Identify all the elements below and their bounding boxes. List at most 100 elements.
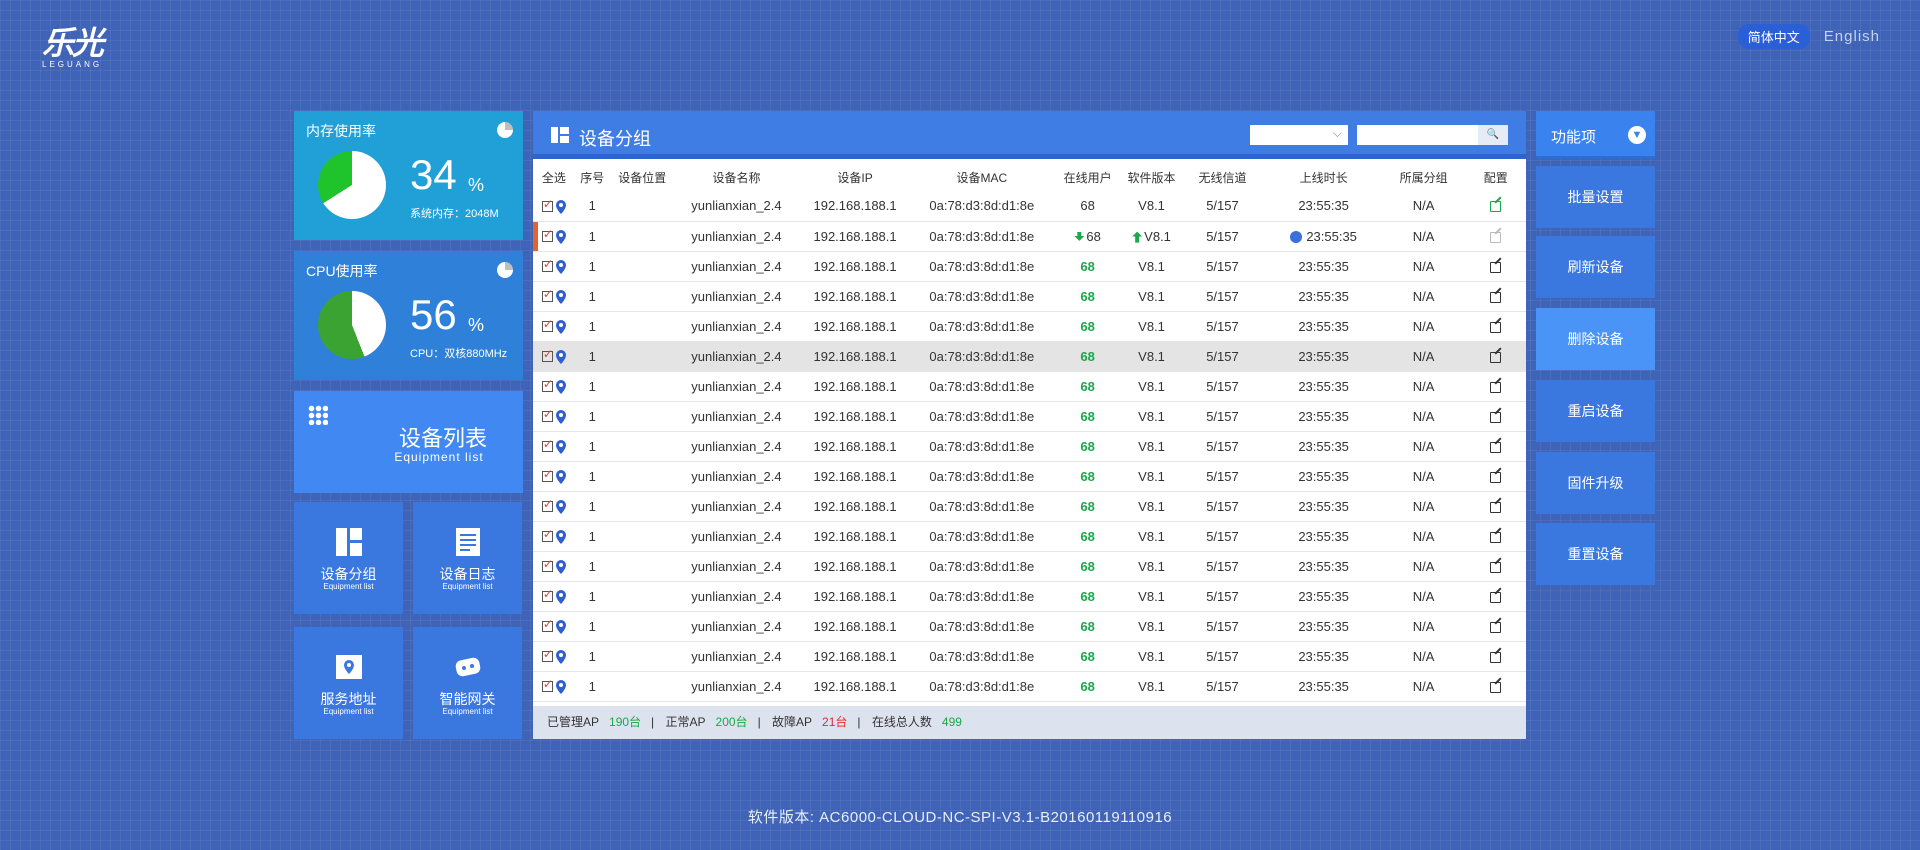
location-pin-icon[interactable] xyxy=(555,349,566,364)
chevron-down-icon[interactable]: ▼ xyxy=(1628,126,1646,144)
search-input[interactable]: 🔍 xyxy=(1357,125,1508,145)
smart-gateway-tile[interactable]: 智能网关 Equipment list xyxy=(413,627,522,739)
device-log-tile[interactable]: 设备日志 Equipment list xyxy=(413,502,522,614)
table-row[interactable]: 1 yunlianxian_2.4192.168.188.10a:78:d3:8d… xyxy=(533,671,1526,702)
edit-icon[interactable] xyxy=(1490,261,1502,273)
edit-icon[interactable] xyxy=(1490,441,1502,453)
device-group-tile[interactable]: 设备分组 Equipment list xyxy=(294,502,403,614)
location-pin-icon[interactable] xyxy=(555,439,566,454)
edit-icon[interactable] xyxy=(1490,381,1502,393)
location-pin-icon[interactable] xyxy=(555,679,566,694)
cpu-usage-card: CPU使用率 56 % CPU：双核880MHz xyxy=(294,251,523,380)
normal-ap-value: 200台 xyxy=(715,715,748,729)
edit-icon[interactable] xyxy=(1490,411,1502,423)
row-checkbox[interactable] xyxy=(541,407,553,423)
group-filter-select[interactable]: ⌵ xyxy=(1250,125,1348,145)
restart-devices-button[interactable]: 重启设备 xyxy=(1536,380,1655,442)
table-row[interactable]: 1 yunlianxian_2.4192.168.188.10a:78:d3:8d… xyxy=(533,491,1526,522)
edit-icon[interactable] xyxy=(1490,591,1502,603)
edit-icon[interactable] xyxy=(1490,561,1502,573)
edit-icon[interactable] xyxy=(1490,621,1502,633)
edit-icon[interactable] xyxy=(1490,231,1502,243)
location-pin-icon[interactable] xyxy=(555,229,566,244)
language-en-button[interactable]: English xyxy=(1824,28,1880,45)
table-row[interactable]: 1 yunlianxian_2.4192.168.188.10a:78:d3:8d… xyxy=(533,221,1526,252)
location-pin-icon[interactable] xyxy=(555,259,566,274)
location-pin-icon[interactable] xyxy=(555,529,566,544)
column-header: 上线时长 xyxy=(1299,171,1348,185)
equipment-list-tile[interactable]: 设备列表 Equipment list xyxy=(294,391,523,493)
config-cell xyxy=(1465,641,1526,672)
table-row[interactable]: 1 yunlianxian_2.4192.168.188.10a:78:d3:8d… xyxy=(533,641,1526,672)
edit-icon[interactable] xyxy=(1490,351,1502,363)
table-row[interactable]: 1 yunlianxian_2.4192.168.188.10a:78:d3:8d… xyxy=(533,371,1526,402)
row-checkbox[interactable] xyxy=(541,497,553,513)
table-row[interactable]: 1 yunlianxian_2.4192.168.188.10a:78:d3:8d… xyxy=(533,521,1526,552)
function-menu-header[interactable]: 功能项 ▼ xyxy=(1536,111,1655,159)
row-checkbox[interactable] xyxy=(541,197,553,213)
location-pin-icon[interactable] xyxy=(555,469,566,484)
row-checkbox[interactable] xyxy=(541,677,553,693)
table-row[interactable]: 1 yunlianxian_2.4192.168.188.10a:78:d3:8d… xyxy=(533,191,1526,222)
row-checkbox[interactable] xyxy=(541,227,553,243)
column-header: 设备MAC xyxy=(956,171,1008,185)
row-checkbox[interactable] xyxy=(541,317,553,333)
row-checkbox[interactable] xyxy=(541,437,553,453)
table-row[interactable]: 1 yunlianxian_2.4192.168.188.10a:78:d3:8d… xyxy=(533,431,1526,462)
location-pin-icon[interactable] xyxy=(555,289,566,304)
row-checkbox[interactable] xyxy=(541,347,553,363)
batch-settings-button[interactable]: 批量设置 xyxy=(1536,166,1655,228)
location-pin-icon[interactable] xyxy=(555,559,566,574)
edit-icon[interactable] xyxy=(1490,501,1502,513)
table-row[interactable]: 1 yunlianxian_2.4192.168.188.10a:78:d3:8d… xyxy=(533,311,1526,342)
language-zh-button[interactable]: 简体中文 xyxy=(1737,24,1810,49)
table-row[interactable]: 1 yunlianxian_2.4192.168.188.10a:78:d3:8d… xyxy=(533,581,1526,612)
edit-icon[interactable] xyxy=(1490,531,1502,543)
table-row[interactable]: 1 yunlianxian_2.4192.168.188.10a:78:d3:8d… xyxy=(533,401,1526,432)
row-checkbox[interactable] xyxy=(541,467,553,483)
row-checkbox[interactable] xyxy=(541,287,553,303)
table-row[interactable]: 1 yunlianxian_2.4192.168.188.10a:78:d3:8d… xyxy=(533,281,1526,312)
edit-icon[interactable] xyxy=(1490,321,1502,333)
edit-icon[interactable] xyxy=(1490,291,1502,303)
table-row[interactable]: 1 yunlianxian_2.4192.168.188.10a:78:d3:8d… xyxy=(533,461,1526,492)
table-row[interactable]: 1 yunlianxian_2.4192.168.188.10a:78:d3:8d… xyxy=(533,251,1526,282)
edit-icon[interactable] xyxy=(1490,651,1502,663)
edit-icon[interactable] xyxy=(1490,201,1502,213)
location-pin-icon[interactable] xyxy=(555,649,566,664)
row-checkbox[interactable] xyxy=(541,257,553,273)
location-pin-icon[interactable] xyxy=(555,379,566,394)
row-checkbox[interactable] xyxy=(541,647,553,663)
row-checkbox[interactable] xyxy=(541,587,553,603)
location-cell xyxy=(609,191,675,222)
row-checkbox[interactable] xyxy=(541,617,553,633)
reset-devices-button[interactable]: 重置设备 xyxy=(1536,523,1655,585)
location-cell xyxy=(609,461,675,492)
software-version-cell: V8.1 xyxy=(1123,551,1180,582)
location-pin-icon[interactable] xyxy=(555,589,566,604)
firmware-upgrade-button[interactable]: 固件升级 xyxy=(1536,452,1655,514)
index-cell: 1 xyxy=(574,371,610,402)
delete-devices-button[interactable]: 删除设备 xyxy=(1536,308,1655,370)
refresh-devices-button[interactable]: 刷新设备 xyxy=(1536,236,1655,298)
row-checkbox[interactable] xyxy=(541,557,553,573)
location-pin-icon[interactable] xyxy=(555,619,566,634)
edit-icon[interactable] xyxy=(1490,681,1502,693)
table-row[interactable]: 1 yunlianxian_2.4192.168.188.10a:78:d3:8d… xyxy=(533,341,1526,372)
table-row[interactable]: 1 yunlianxian_2.4192.168.188.10a:78:d3:8d… xyxy=(533,551,1526,582)
row-checkbox[interactable] xyxy=(541,377,553,393)
config-cell xyxy=(1465,521,1526,552)
location-pin-icon[interactable] xyxy=(555,499,566,514)
service-address-tile[interactable]: 服务地址 Equipment list xyxy=(294,627,403,739)
wireless-channel-cell: 5/157 xyxy=(1179,371,1266,402)
location-pin-icon[interactable] xyxy=(555,199,566,214)
edit-icon[interactable] xyxy=(1490,471,1502,483)
location-pin-icon[interactable] xyxy=(555,409,566,424)
location-pin-icon[interactable] xyxy=(555,319,566,334)
search-icon[interactable]: 🔍 xyxy=(1478,125,1508,145)
column-header[interactable]: 全选 xyxy=(533,164,575,191)
device-mac-cell: 0a:78:d3:8d:d1:8e xyxy=(912,341,1052,372)
table-row[interactable]: 1 yunlianxian_2.4192.168.188.10a:78:d3:8d… xyxy=(533,611,1526,642)
device-mac-cell: 0a:78:d3:8d:d1:8e xyxy=(912,371,1052,402)
row-checkbox[interactable] xyxy=(541,527,553,543)
